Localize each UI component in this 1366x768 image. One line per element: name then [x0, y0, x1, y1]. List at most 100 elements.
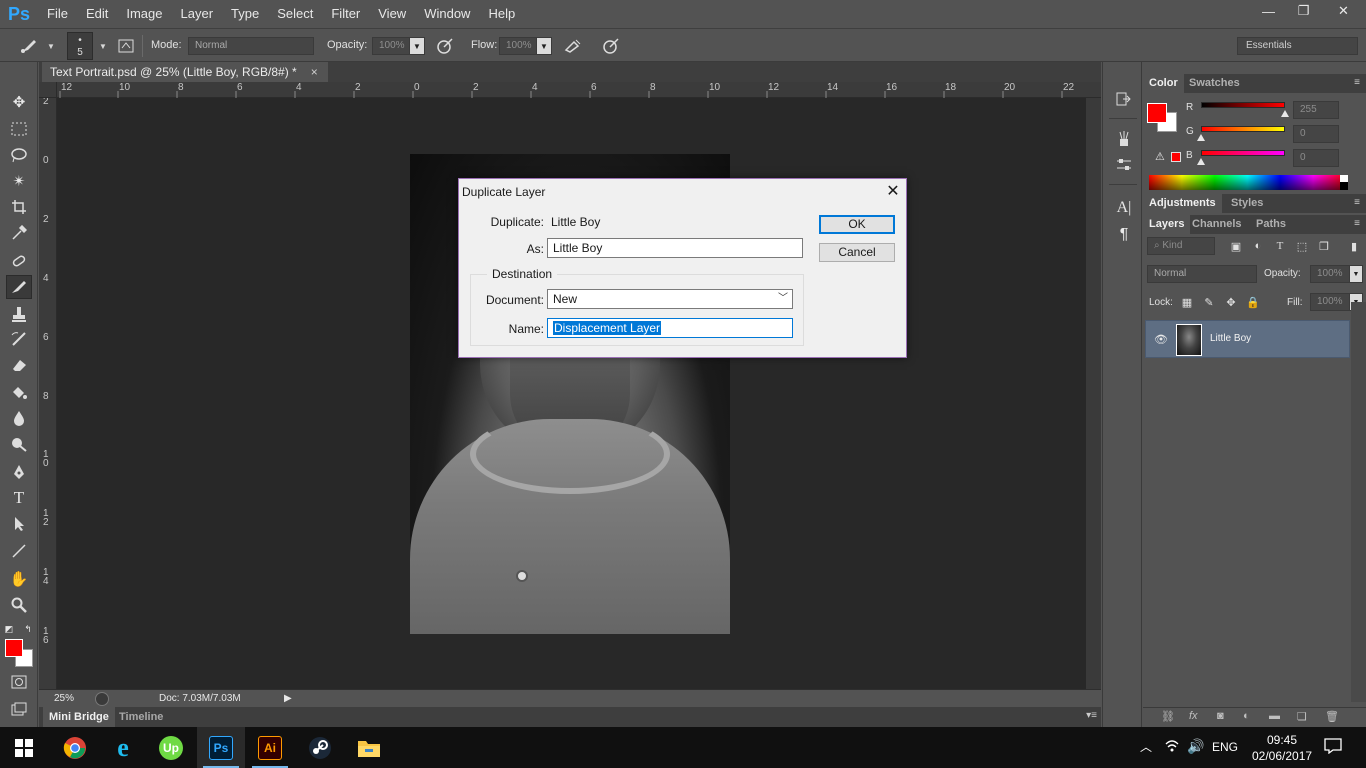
healing-brush-tool-icon[interactable]	[6, 249, 32, 273]
cancel-button[interactable]: Cancel	[819, 243, 895, 262]
g-channel-input[interactable]: 0	[1293, 125, 1339, 143]
taskbar-steam[interactable]	[296, 727, 344, 768]
type-tool-icon[interactable]: T	[6, 486, 32, 510]
menu-layer[interactable]: Layer	[172, 0, 223, 28]
crop-tool-icon[interactable]	[6, 195, 32, 219]
panel-menu-icon[interactable]: ▾≡	[1086, 710, 1097, 721]
status-menu-arrow-icon[interactable]: ▶	[284, 693, 292, 704]
history-brush-tool-icon[interactable]	[6, 327, 32, 351]
lasso-tool-icon[interactable]	[6, 143, 32, 167]
blend-mode-select[interactable]: Normal	[1147, 265, 1257, 283]
lock-image-icon[interactable]: ✎	[1201, 294, 1217, 310]
as-input[interactable]: Little Boy	[547, 238, 803, 258]
lock-position-icon[interactable]: ✥	[1223, 294, 1239, 310]
b-slider-knob[interactable]	[1197, 158, 1205, 165]
lock-all-icon[interactable]: 🔒	[1245, 294, 1261, 310]
brush-tool-preset-icon[interactable]	[18, 36, 40, 56]
ruler-origin[interactable]	[39, 82, 57, 98]
filter-pixel-icon[interactable]: ▣	[1228, 238, 1244, 254]
menu-type[interactable]: Type	[222, 0, 268, 28]
layer-opacity-input[interactable]: 100%	[1310, 265, 1350, 283]
new-layer-icon[interactable]: ❏	[1297, 710, 1307, 723]
input-language[interactable]: ENG	[1212, 740, 1238, 754]
adjustments-panel-menu-icon[interactable]: ≡	[1354, 197, 1360, 208]
fill-input[interactable]: 100%	[1310, 293, 1350, 311]
flow-dropdown-icon[interactable]: ▼	[536, 37, 552, 55]
tab-swatches[interactable]: Swatches	[1183, 74, 1246, 93]
magic-wand-tool-icon[interactable]: ✴	[6, 169, 32, 193]
gamut-warning-icon[interactable]: ⚠	[1155, 150, 1165, 163]
quick-mask-icon[interactable]	[6, 670, 32, 694]
clone-stamp-tool-icon[interactable]	[6, 302, 32, 326]
layer-visibility-eye-icon[interactable]: 👁	[1154, 333, 1168, 346]
brush-tool-icon[interactable]	[6, 275, 32, 299]
gamut-color-swatch[interactable]	[1171, 152, 1181, 162]
layer-opacity-dropdown-icon[interactable]: ▼	[1349, 265, 1363, 283]
opacity-dropdown-icon[interactable]: ▼	[409, 37, 425, 55]
menu-select[interactable]: Select	[268, 0, 322, 28]
workspace-switcher[interactable]: Essentials	[1237, 37, 1358, 55]
paint-bucket-tool-icon[interactable]	[6, 380, 32, 404]
flow-input[interactable]: 100%	[499, 37, 537, 55]
start-button[interactable]	[0, 727, 48, 768]
menu-view[interactable]: View	[369, 0, 415, 28]
history-panel-icon[interactable]	[1113, 88, 1135, 110]
r-channel-input[interactable]: 255	[1293, 101, 1339, 119]
action-center-icon[interactable]	[1324, 738, 1342, 757]
layer-filter-kind-select[interactable]: ⌕ Kind	[1147, 237, 1215, 255]
canvas-vertical-scrollbar[interactable]	[1086, 98, 1101, 689]
tab-color[interactable]: Color	[1143, 74, 1184, 93]
menu-help[interactable]: Help	[479, 0, 524, 28]
layer-style-icon[interactable]: fx	[1189, 710, 1198, 722]
new-group-icon[interactable]: ▬	[1269, 710, 1280, 722]
filter-adjustment-icon[interactable]: ◐	[1250, 238, 1266, 254]
menu-filter[interactable]: Filter	[322, 0, 369, 28]
tab-channels[interactable]: Channels	[1186, 215, 1248, 234]
blur-tool-icon[interactable]	[6, 406, 32, 430]
g-slider-knob[interactable]	[1197, 134, 1205, 141]
foreground-color-swatch[interactable]	[5, 639, 23, 657]
layer-name[interactable]: Little Boy	[1210, 333, 1251, 344]
spectrum-black-chip[interactable]	[1340, 182, 1348, 190]
filter-smart-object-icon[interactable]: ❐	[1316, 238, 1332, 254]
g-channel-slider[interactable]	[1201, 126, 1285, 132]
dodge-tool-icon[interactable]	[6, 432, 32, 456]
add-mask-icon[interactable]: ◙	[1217, 710, 1224, 722]
color-panel-foreground-swatch[interactable]	[1147, 103, 1167, 123]
brush-presets-icon[interactable]	[1113, 128, 1135, 150]
screen-mode-icon[interactable]	[6, 697, 32, 721]
path-selection-tool-icon[interactable]	[6, 512, 32, 536]
tab-styles[interactable]: Styles	[1225, 194, 1269, 213]
line-tool-icon[interactable]	[6, 539, 32, 563]
tab-adjustments[interactable]: Adjustments	[1143, 194, 1222, 213]
preset-dropdown-icon[interactable]: ▼	[40, 36, 62, 56]
spectrum-white-chip[interactable]	[1340, 175, 1348, 182]
tab-mini-bridge[interactable]: Mini Bridge	[43, 707, 115, 727]
brush-size-picker[interactable]: • 5	[67, 32, 93, 60]
menu-image[interactable]: Image	[117, 0, 171, 28]
zoom-level[interactable]: 25%	[54, 693, 84, 704]
tab-paths[interactable]: Paths	[1250, 215, 1292, 234]
close-window-button[interactable]: ✕	[1321, 0, 1366, 22]
document-tab[interactable]: Text Portrait.psd @ 25% (Little Boy, RGB…	[42, 62, 328, 82]
r-channel-slider[interactable]	[1201, 102, 1285, 108]
new-adjustment-layer-icon[interactable]: ◐	[1243, 710, 1250, 722]
tab-layers[interactable]: Layers	[1143, 215, 1191, 234]
brush-panel-toggle-icon[interactable]	[115, 36, 137, 56]
taskbar-file-explorer[interactable]	[345, 727, 393, 768]
layers-scrollbar[interactable]	[1351, 302, 1366, 702]
pressure-opacity-icon[interactable]	[434, 36, 456, 56]
taskbar-photoshop[interactable]: Ps	[197, 727, 245, 768]
tab-timeline[interactable]: Timeline	[113, 707, 169, 727]
name-input[interactable]: Displacement Layer	[547, 318, 793, 338]
eyedropper-tool-icon[interactable]	[6, 221, 32, 245]
delete-layer-icon[interactable]: 🗑	[1325, 710, 1339, 723]
document-select[interactable]: New ﹀	[547, 289, 793, 309]
restore-button[interactable]: ❐	[1286, 0, 1321, 22]
color-panel-menu-icon[interactable]: ≡	[1354, 77, 1360, 88]
filter-toggle-icon[interactable]: ▮	[1346, 238, 1362, 254]
marquee-tool-icon[interactable]	[6, 117, 32, 141]
move-tool-icon[interactable]: ✥	[6, 90, 32, 114]
menu-window[interactable]: Window	[415, 0, 479, 28]
character-panel-icon[interactable]: A|	[1113, 197, 1135, 219]
